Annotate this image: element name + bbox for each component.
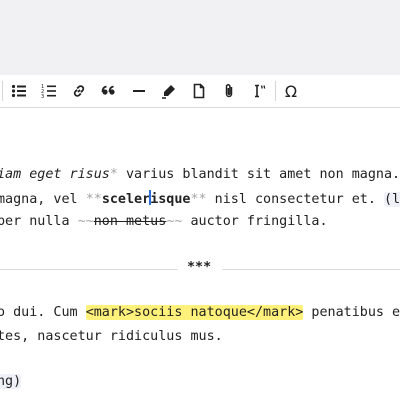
horizontal-rule-icon xyxy=(133,90,145,92)
highlighter-button[interactable] xyxy=(156,78,182,104)
editor-line: iam eget risus* varius blandit sit amet … xyxy=(0,166,400,184)
clear-formatting-button[interactable] xyxy=(246,78,272,104)
editor-line: tes, nascetur ridiculus mus. xyxy=(0,328,223,346)
highlighter-icon xyxy=(162,85,175,99)
document-icon xyxy=(193,83,205,99)
quote-button[interactable] xyxy=(96,78,122,104)
line-text: magna, vel xyxy=(0,192,86,207)
numbered-list-button[interactable]: 1 2 3 xyxy=(36,78,62,104)
attachment-button[interactable] xyxy=(216,78,242,104)
markdown-marker: ** xyxy=(85,192,102,207)
line-text: nisl consectetur et. xyxy=(206,192,384,207)
line-text: auctor fringilla. xyxy=(182,214,328,229)
parenthetical-text: ng) xyxy=(0,374,22,389)
quote-icon xyxy=(101,85,115,95)
markdown-marker: * xyxy=(109,167,118,182)
bulleted-list-icon xyxy=(11,84,26,98)
horizontal-rule-marker: *** xyxy=(187,260,212,275)
strikethrough-text: non metus xyxy=(93,214,167,229)
clear-formatting-icon xyxy=(255,84,266,98)
line-text: tes, nascetur ridiculus mus. xyxy=(0,329,223,344)
document-button[interactable] xyxy=(186,78,212,104)
line-text: o dui. Cum xyxy=(0,305,86,320)
line-text: per nulla xyxy=(0,214,78,229)
link-icon xyxy=(73,85,85,97)
editor-line: per nulla ~~non metus~~ auctor fringilla… xyxy=(0,213,328,231)
mark-highlight: <mark>sociis natoque</mark> xyxy=(85,305,304,320)
bold-text: isque xyxy=(150,192,191,207)
special-character-button[interactable]: Ω xyxy=(278,78,304,104)
line-text: varius blandit sit amet non magna. xyxy=(117,167,400,182)
window-top-area xyxy=(0,0,400,76)
toolbar-separator xyxy=(275,81,276,101)
markdown-marker: ~~ xyxy=(166,214,183,229)
markdown-editor[interactable] xyxy=(0,108,400,400)
toolbar-separator xyxy=(2,81,3,101)
editor-line: o dui. Cum <mark>sociis natoque</mark> p… xyxy=(0,304,400,322)
svg-text:3: 3 xyxy=(41,94,44,99)
link-button[interactable] xyxy=(66,78,92,104)
parenthetical-text: (li xyxy=(384,192,400,207)
attachment-icon xyxy=(225,84,233,98)
editor-toolbar: 1 2 3 Ω xyxy=(0,75,400,108)
special-character-icon: Ω xyxy=(284,81,298,101)
bold-text: sceler xyxy=(101,192,151,207)
horizontal-rule-button[interactable] xyxy=(126,78,152,104)
markdown-marker: ** xyxy=(190,192,207,207)
bulleted-list-button[interactable] xyxy=(6,78,32,104)
horizontal-rule-line xyxy=(0,269,178,270)
horizontal-rule-line xyxy=(222,269,400,270)
line-text: penatibus et xyxy=(303,305,400,320)
markdown-marker: ~~ xyxy=(77,214,94,229)
numbered-list-icon: 1 2 3 xyxy=(41,84,56,99)
editor-line: magna, vel **scelerisque** nisl consecte… xyxy=(0,190,400,209)
editor-line: ng) xyxy=(0,373,22,391)
italic-text: iam eget risus xyxy=(0,167,110,182)
